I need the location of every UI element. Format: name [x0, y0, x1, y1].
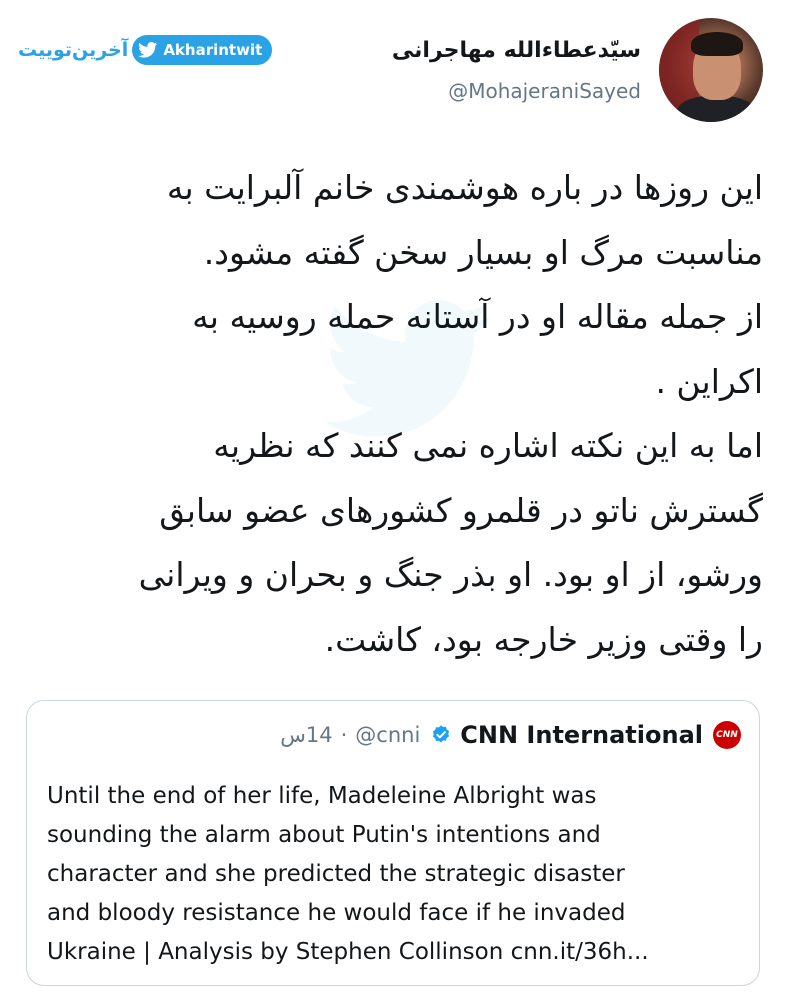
author-name[interactable]: سیّدعطاءالله مهاجرانی [392, 35, 641, 67]
tweet-line: این روزها در باره هوشمندی خانم آلبرایت ب… [166, 168, 763, 207]
brand-badge: آخرین‌توییت Akharintwit [18, 34, 273, 66]
brand-latin-name: Akharintwit [163, 41, 263, 59]
quoted-text-line[interactable]: Ukraine | Analysis by Stephen Collinson … [47, 933, 741, 972]
twitter-bird-icon [138, 42, 158, 58]
tweet-line: مناسبت مرگ او بسیار سخن گفته مشود. [203, 232, 763, 272]
separator-dot: · [340, 723, 348, 747]
quoted-text-line: character and she predicted the strategi… [47, 861, 625, 887]
quoted-author-name: CNN International [460, 721, 703, 749]
quoted-text-line: sounding the alarm about Putin's intenti… [47, 822, 601, 848]
avatar[interactable] [659, 18, 763, 122]
tweet-header: سیّدعطاءالله مهاجرانی @MohajeraniSayed [392, 18, 763, 122]
quoted-tweet-card[interactable]: CNN CNN International @cnni · 14س Until … [26, 700, 760, 986]
quoted-text-line: Until the end of her life, Madeleine Alb… [47, 783, 597, 809]
verified-badge-icon [433, 725, 450, 743]
author-info: سیّدعطاءالله مهاجرانی @MohajeraniSayed [392, 35, 641, 105]
quoted-tweet-header: CNN CNN International @cnni · 14س [280, 721, 741, 749]
brand-persian-name: آخرین‌توییت [18, 39, 129, 61]
tweet-line: از جمله مقاله او در آستانه حمله روسیه به [192, 297, 763, 336]
quoted-text-line: and bloody resistance he would face if h… [47, 900, 626, 926]
quoted-author-handle: @cnni [355, 723, 421, 747]
cnn-logo-icon: CNN [713, 721, 741, 749]
quoted-tweet-time: 14س [280, 723, 333, 747]
tweet-text: این روزها در باره هوشمندی خانم آلبرایت ب… [36, 156, 763, 672]
tweet-line: اما به این نکته اشاره نمی کنند که نظریه [213, 426, 763, 465]
quoted-tweet-text: Until the end of her life, Madeleine Alb… [47, 777, 741, 972]
author-handle[interactable]: @MohajeraniSayed [392, 77, 641, 105]
tweet-line: ورشو، از او بود. او بذر جنگ و بحران و وی… [138, 555, 763, 594]
brand-pill: Akharintwit [132, 35, 273, 65]
tweet-line: اکراین . [655, 361, 763, 401]
tweet-line: را وقتی وزیر خارجه بود، کاشت. [324, 619, 763, 659]
tweet-line: گسترش ناتو در قلمرو کشورهای عضو سابق [159, 490, 763, 530]
